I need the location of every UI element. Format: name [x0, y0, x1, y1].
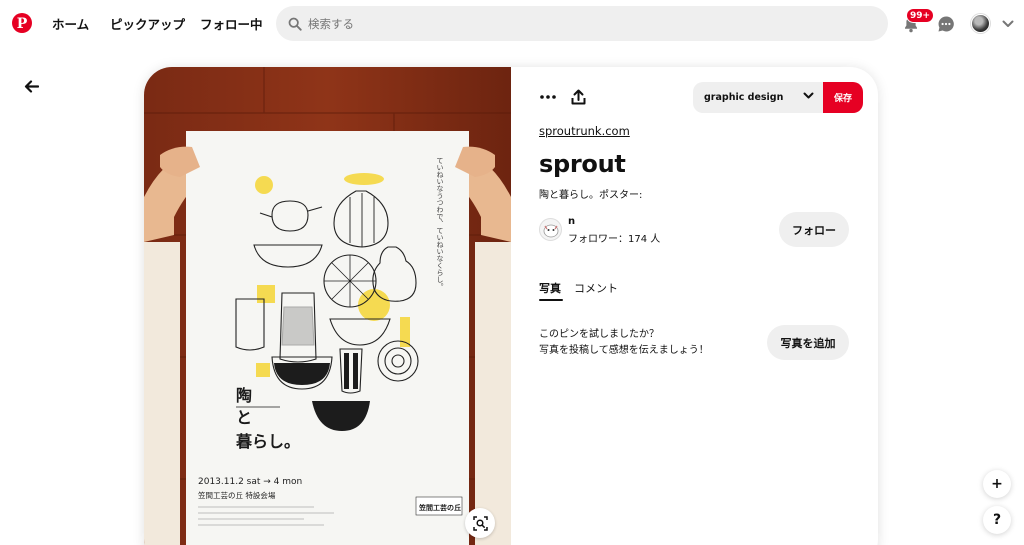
poster-title-2: と	[236, 408, 252, 427]
tab-photos[interactable]: 写真	[539, 280, 561, 296]
chevron-down-icon	[803, 92, 814, 99]
user-avatar[interactable]	[971, 14, 990, 33]
notification-badge: 99+	[906, 8, 935, 23]
poster-logo: 笠間工芸の丘	[418, 503, 461, 512]
share-icon[interactable]	[568, 87, 588, 107]
chat-icon[interactable]	[936, 14, 956, 34]
active-tab-indicator	[539, 299, 563, 301]
poster-venue: 笠間工芸の丘 特設会場	[198, 490, 276, 500]
board-name: graphic design	[704, 92, 784, 103]
pin-image[interactable]: ていねいなうつわで、ていねいなくらし。 陶 と 暮らし。 2013.11.2 s…	[144, 67, 511, 545]
nav-home[interactable]: ホーム	[52, 14, 89, 33]
pin-closeup-card: ていねいなうつわで、ていねいなくらし。 陶 と 暮らし。 2013.11.2 s…	[144, 67, 878, 545]
tried-question: このピンを試しましたか？	[539, 329, 659, 340]
nav-following[interactable]: フォロー中	[200, 14, 263, 33]
more-icon[interactable]	[536, 87, 560, 107]
save-button[interactable]: 保存	[823, 82, 863, 113]
tried-prompt: 写真を投稿して感想を伝えましょう！	[539, 345, 709, 356]
plus-icon[interactable]: +	[983, 470, 1011, 498]
board-selector[interactable]: graphic design	[693, 82, 823, 113]
poster-title-1: 陶	[236, 386, 252, 405]
nav-pickup[interactable]: ピックアップ	[110, 14, 185, 33]
search-bar[interactable]	[276, 6, 888, 41]
pinterest-logo-icon[interactable]: P	[12, 13, 32, 33]
source-link[interactable]: sproutrunk.com	[539, 124, 630, 138]
follow-button[interactable]: フォロー	[779, 212, 849, 247]
pin-description: 陶と暮らし。ポスター:	[539, 190, 643, 201]
search-icon	[288, 17, 302, 31]
creator-name[interactable]: n	[568, 216, 575, 227]
top-navigation-bar: P ホーム ピックアップ フォロー中 99+	[0, 0, 1024, 46]
pin-detail-panel: graphic design 保存 sproutrunk.com sprout …	[511, 67, 878, 545]
poster-tagline: ていねいなうつわで、ていねいなくらし。	[436, 157, 444, 290]
visual-search-icon[interactable]	[465, 508, 495, 538]
back-arrow-icon[interactable]	[20, 76, 42, 96]
tab-comments[interactable]: コメント	[574, 280, 618, 296]
poster-title-3: 暮らし。	[235, 432, 300, 451]
add-photo-button[interactable]: 写真を追加	[767, 325, 849, 360]
creator-avatar[interactable]	[539, 218, 562, 241]
poster-date: 2013.11.2 sat → 4 mon	[198, 477, 302, 487]
search-input[interactable]	[308, 16, 848, 31]
creator-followers: フォロワー：174 人	[568, 234, 661, 245]
help-icon[interactable]: ?	[983, 506, 1011, 534]
chevron-down-icon[interactable]	[998, 14, 1018, 34]
pin-title: sprout	[539, 150, 626, 178]
